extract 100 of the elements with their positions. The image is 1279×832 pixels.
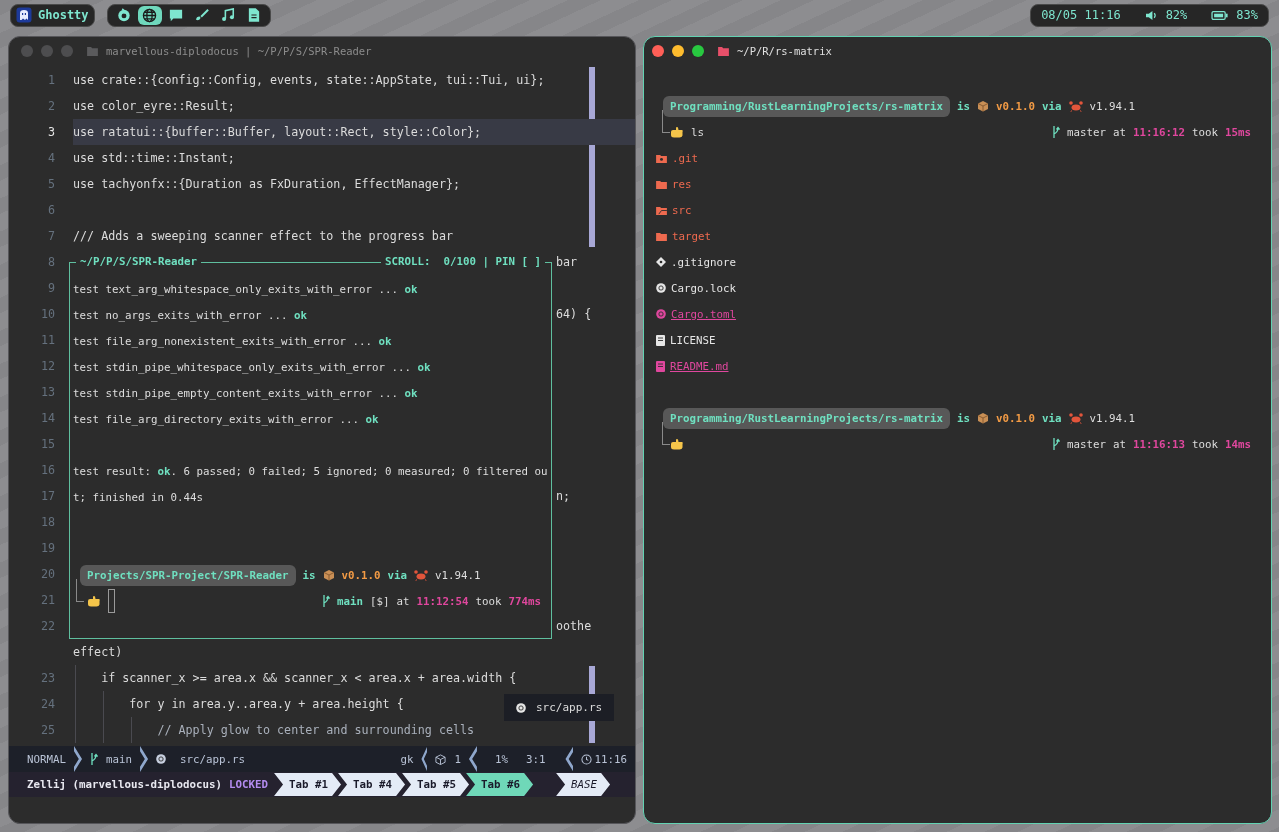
hand-icon	[670, 438, 684, 450]
file-name: .git	[672, 151, 698, 165]
branch-icon	[1051, 125, 1060, 139]
branch-icon	[321, 594, 330, 608]
window-title: ~/P/R/rs-matrix	[737, 45, 832, 57]
hand-icon	[670, 126, 684, 138]
line-number: 21	[40, 593, 55, 607]
output-line: test stdin_pipe_whitespace_only_exits_with_error ... ok	[73, 360, 431, 374]
powerline-separator	[140, 746, 149, 772]
prompt-text: via	[387, 568, 408, 582]
launcher-button[interactable]	[137, 5, 162, 25]
line-number: 14	[40, 411, 55, 425]
prompt-text: 11:16:12	[1132, 125, 1185, 139]
directory-badge: Projects/SPR-Project/SPR-Reader	[80, 564, 296, 586]
file-path: src/app.rs	[180, 752, 246, 766]
code-fragment: n;	[556, 489, 571, 503]
file-name: Cargo.toml	[671, 307, 736, 321]
code-line: for y in area.y..area.y + area.height {	[128, 697, 404, 711]
code-fragment: oothe	[556, 619, 592, 633]
line-number: 23	[40, 671, 55, 685]
file-path: src/app.rs	[536, 701, 603, 714]
prompt-text: 11:12:54	[416, 594, 469, 608]
powerline-separator	[74, 746, 82, 772]
line-number: 8	[47, 255, 55, 269]
chat-icon	[168, 8, 183, 22]
prompt-text: is	[957, 99, 971, 113]
line-number: 9	[47, 281, 55, 295]
minimize-button[interactable]	[672, 45, 684, 57]
branch-icon	[1051, 437, 1060, 451]
line-number: 25	[40, 723, 55, 737]
line-number: 22	[40, 619, 55, 633]
music-icon	[220, 8, 235, 22]
prompt-text: via	[1042, 411, 1062, 425]
folder-icon	[87, 46, 98, 56]
prompt-text: main	[336, 594, 363, 608]
folder-icon	[718, 46, 729, 56]
prompt-text: is	[302, 568, 316, 582]
line-number: 2	[47, 99, 55, 113]
prompt-text: 774ms	[508, 594, 541, 608]
line-number: 13	[40, 385, 55, 399]
powerline-separator	[565, 746, 574, 772]
tab[interactable]: Tab #6	[466, 773, 534, 796]
directory-badge: Programming/RustLearningProjects/rs-matrix	[663, 407, 950, 429]
line-number: 20	[40, 567, 55, 581]
crab-icon	[1068, 100, 1083, 112]
window-title: marvellous-diplodocus | ~/P/P/S/SPR-Reader	[106, 45, 372, 57]
output-line: test file_arg_directory_exits_with_error ... ok	[73, 412, 379, 426]
battery-icon	[1211, 10, 1229, 20]
ghost-app-icon	[16, 7, 32, 23]
file-name: .gitignore	[671, 255, 736, 269]
zoom-button[interactable]	[692, 45, 704, 57]
file-name: src	[672, 203, 692, 217]
pane-title: ~/P/P/S/SPR-Reader	[76, 255, 201, 268]
close-button[interactable]	[652, 45, 664, 57]
prompt-text: master	[1066, 437, 1106, 451]
output-line: test text_arg_whitespace_only_exits_with_error ... ok	[73, 282, 418, 296]
pending-keys: gk	[400, 752, 414, 766]
tab[interactable]: Tab #5	[402, 773, 470, 796]
prompt-text: v0.1.0	[996, 411, 1036, 425]
code-line: effect)	[73, 645, 123, 659]
mode-indicator: NORMAL	[27, 752, 66, 766]
code-line: use ratatui::{buffer::Buffer, layout::Rect, style::Color};	[73, 125, 482, 139]
line-number: 17	[40, 489, 55, 503]
prompt-text: took	[475, 594, 502, 608]
output-line: test no_args_exits_with_error ... ok	[73, 308, 308, 322]
output-line: test stdin_pipe_empty_content_exits_with_error ... ok	[73, 386, 418, 400]
prompt-text: via	[1042, 99, 1062, 113]
brush-icon	[194, 8, 209, 22]
line-number: 12	[40, 359, 55, 373]
file-name: Cargo.lock	[671, 281, 736, 295]
crab-icon	[1068, 412, 1083, 424]
output-line: test file_arg_nonexistent_exits_with_error ... ok	[73, 334, 392, 348]
output-line: test result: ok. 6 passed; 0 failed; 5 ignored; 0 measured; 0 filtered ou	[73, 464, 548, 478]
tab[interactable]: Tab #4	[338, 773, 406, 796]
tab[interactable]: Tab #1	[274, 773, 342, 796]
cursor-position: 3:1	[525, 752, 546, 766]
line-number: 1	[47, 73, 55, 87]
powerline-separator	[421, 746, 428, 772]
line-number: 3	[47, 125, 55, 139]
crab-icon	[414, 569, 429, 581]
prompt-text: at	[396, 594, 410, 608]
code-line: use color_eyre::Result;	[73, 99, 235, 113]
scroll-percent: 1%	[494, 752, 508, 766]
layout-indicator: BASE	[556, 773, 611, 796]
prompt-text: 14ms	[1225, 437, 1251, 451]
line-number: 5	[47, 177, 55, 191]
line-number: 19	[40, 541, 55, 555]
hand-icon	[87, 595, 101, 607]
volume-level: 82%	[1165, 8, 1188, 22]
prompt-text: took	[1191, 125, 1218, 139]
prompt-text: v1.94.1	[435, 568, 481, 582]
scroll-indicator: SCROLL: 0/100 | PIN [ ]	[381, 255, 545, 268]
text-cursor	[108, 589, 115, 613]
file-name: README.md	[670, 359, 729, 373]
volume-icon	[1144, 9, 1158, 21]
mode-indicator: LOCKED	[229, 778, 269, 791]
line-number: 16	[40, 463, 55, 477]
prompt-text: v1.94.1	[1089, 411, 1136, 425]
prompt-text: v0.1.0	[996, 99, 1036, 113]
code-line: /// Adds a sweeping scanner effect to the progress bar	[73, 229, 453, 243]
